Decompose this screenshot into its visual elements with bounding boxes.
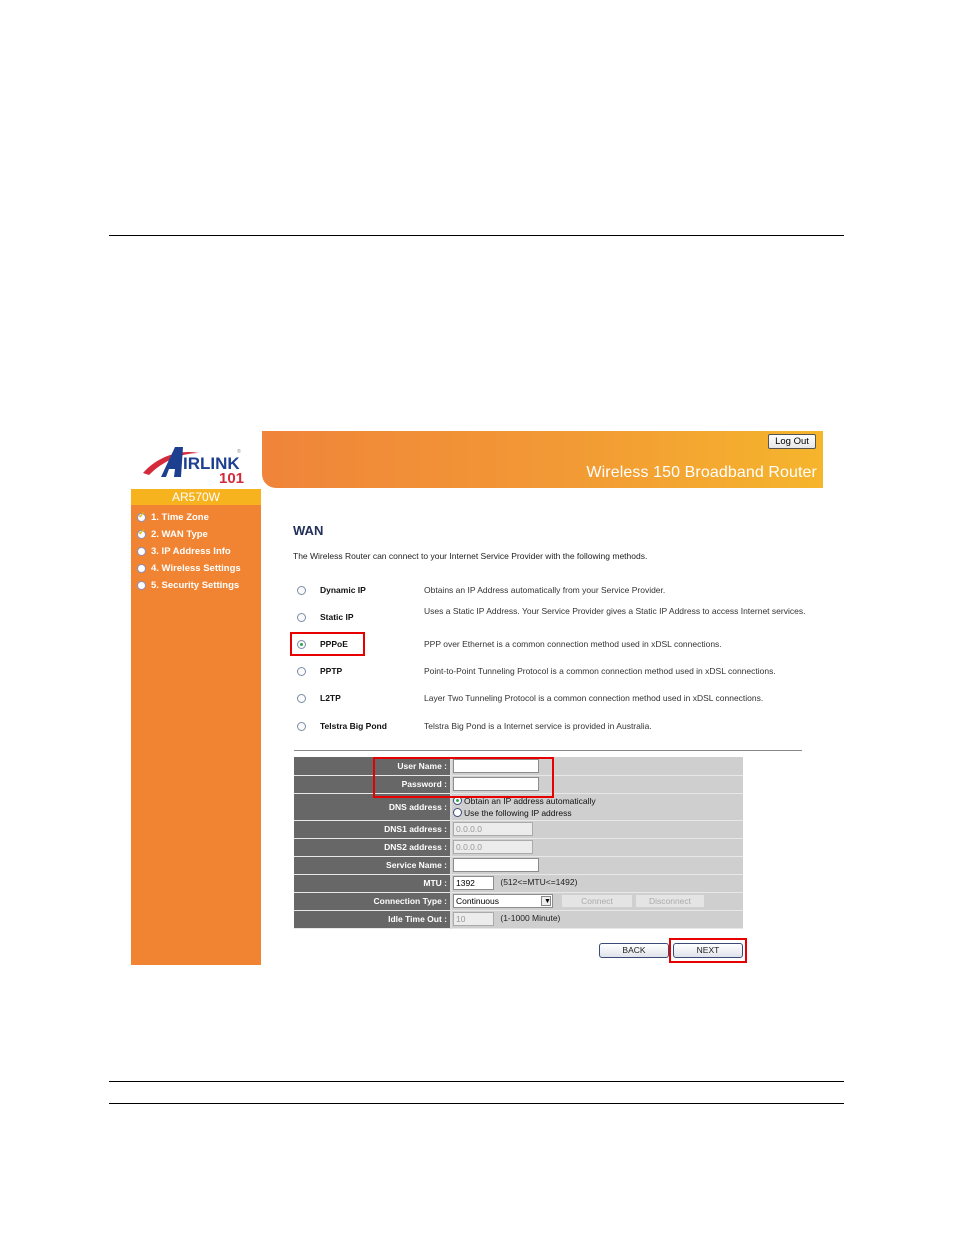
sidebar-item-security-settings[interactable]: 5. Security Settings xyxy=(131,577,261,594)
check-icon xyxy=(137,527,146,539)
sidebar-item-label: 5. Security Settings xyxy=(151,580,240,591)
dns1-label: DNS1 address : xyxy=(294,820,452,839)
service-name-input[interactable] xyxy=(453,858,539,872)
idle-timeout-input xyxy=(453,912,494,926)
pppoe-highlight-box xyxy=(290,632,365,656)
chevron-down-icon[interactable]: ▼ xyxy=(541,896,551,906)
sidebar-item-wireless-settings[interactable]: 4. Wireless Settings xyxy=(131,560,261,577)
row-service-name: Service Name : xyxy=(294,856,743,875)
sidebar-item-label: 1. Time Zone xyxy=(151,512,209,523)
router-screenshot: IRLINK ® 101 AR570W 1. Time Zone 2. WAN … xyxy=(131,431,823,965)
sidebar-item-time-zone[interactable]: 1. Time Zone xyxy=(131,509,261,526)
dns2-label: DNS2 address : xyxy=(294,838,452,857)
connection-type-value: Continuous xyxy=(456,896,500,906)
intro-text: The Wireless Router can connect to your … xyxy=(293,551,648,561)
airlink-logo-icon: IRLINK ® 101 xyxy=(143,447,244,485)
dns1-input xyxy=(453,822,533,836)
radio-pptp[interactable] xyxy=(297,667,306,676)
wan-content: WAN The Wireless Router can connect to y… xyxy=(262,488,823,965)
logout-button[interactable]: Log Out xyxy=(768,434,816,449)
radio-dynamic-ip[interactable] xyxy=(297,586,306,595)
method-desc: Layer Two Tunneling Protocol is a common… xyxy=(424,693,764,703)
radio-telstra-big-pond[interactable] xyxy=(297,722,306,731)
bullet-icon xyxy=(137,581,146,590)
row-idle-timeout: Idle Time Out : (1-1000 Minute) xyxy=(294,910,743,929)
method-desc: Obtains an IP Address automatically from… xyxy=(424,585,666,595)
method-name: Telstra Big Pond xyxy=(320,721,387,731)
check-icon xyxy=(137,510,146,522)
radio-l2tp[interactable] xyxy=(297,694,306,703)
page-rule-bottom-1 xyxy=(109,1081,844,1082)
sidebar-item-label: 3. IP Address Info xyxy=(151,546,231,557)
svg-text:®: ® xyxy=(237,448,241,455)
method-desc: Point-to-Point Tunneling Protocol is a c… xyxy=(424,666,776,676)
connect-button: Connect xyxy=(561,894,633,908)
header-banner: Log Out Wireless 150 Broadband Router xyxy=(262,431,823,488)
sidebar-item-wan-type[interactable]: 2. WAN Type xyxy=(131,526,261,543)
svg-text:101: 101 xyxy=(219,470,244,485)
sidebar-item-label: 4. Wireless Settings xyxy=(151,563,241,574)
back-button[interactable]: BACK xyxy=(599,943,669,958)
row-mtu: MTU : (512<=MTU<=1492) xyxy=(294,874,743,893)
dns2-input xyxy=(453,840,533,854)
method-name: Static IP xyxy=(320,612,354,622)
dns-manual-label: Use the following IP address xyxy=(464,807,572,818)
airlink-logo: IRLINK ® 101 xyxy=(131,431,261,489)
row-dns2: DNS2 address : xyxy=(294,838,743,857)
bullet-icon xyxy=(137,547,146,556)
mtu-input[interactable] xyxy=(453,876,494,890)
page-rule-top xyxy=(109,235,844,236)
bullet-icon xyxy=(137,564,146,573)
page-title: WAN xyxy=(293,523,324,538)
product-title: Wireless 150 Broadband Router xyxy=(586,464,817,481)
page-rule-bottom-2 xyxy=(109,1103,844,1104)
method-desc: Telstra Big Pond is a Internet service i… xyxy=(424,721,652,731)
idle-timeout-label: Idle Time Out : xyxy=(294,910,452,929)
sidebar-item-label: 2. WAN Type xyxy=(151,529,208,540)
mtu-label: MTU : xyxy=(294,874,452,893)
method-name: Dynamic IP xyxy=(320,585,366,595)
method-name: PPTP xyxy=(320,666,343,676)
service-name-label: Service Name : xyxy=(294,856,452,875)
dns-manual-radio[interactable] xyxy=(453,808,462,817)
wizard-sidebar: 1. Time Zone 2. WAN Type 3. IP Address I… xyxy=(131,505,261,965)
mtu-range-note: (512<=MTU<=1492) xyxy=(500,877,578,888)
model-name: AR570W xyxy=(131,489,261,505)
row-connection-type: Connection Type : Continuous ▼ Connect Di… xyxy=(294,892,743,911)
disconnect-button: Disconnect xyxy=(635,894,705,908)
connection-type-select[interactable]: Continuous ▼ xyxy=(453,894,553,908)
credentials-highlight-box xyxy=(373,757,554,798)
method-name: L2TP xyxy=(320,693,341,703)
dns-manual-option[interactable]: Use the following IP address xyxy=(453,807,743,819)
radio-static-ip[interactable] xyxy=(297,613,306,622)
next-highlight-box xyxy=(669,938,747,963)
idle-timeout-note: (1-1000 Minute) xyxy=(500,913,561,924)
sidebar-item-ip-address-info[interactable]: 3. IP Address Info xyxy=(131,543,261,560)
row-dns1: DNS1 address : xyxy=(294,820,743,839)
connection-type-label: Connection Type : xyxy=(294,892,452,911)
section-divider xyxy=(294,750,802,751)
method-desc: Uses a Static IP Address. Your Service P… xyxy=(424,606,806,616)
method-desc: PPP over Ethernet is a common connection… xyxy=(424,639,722,649)
